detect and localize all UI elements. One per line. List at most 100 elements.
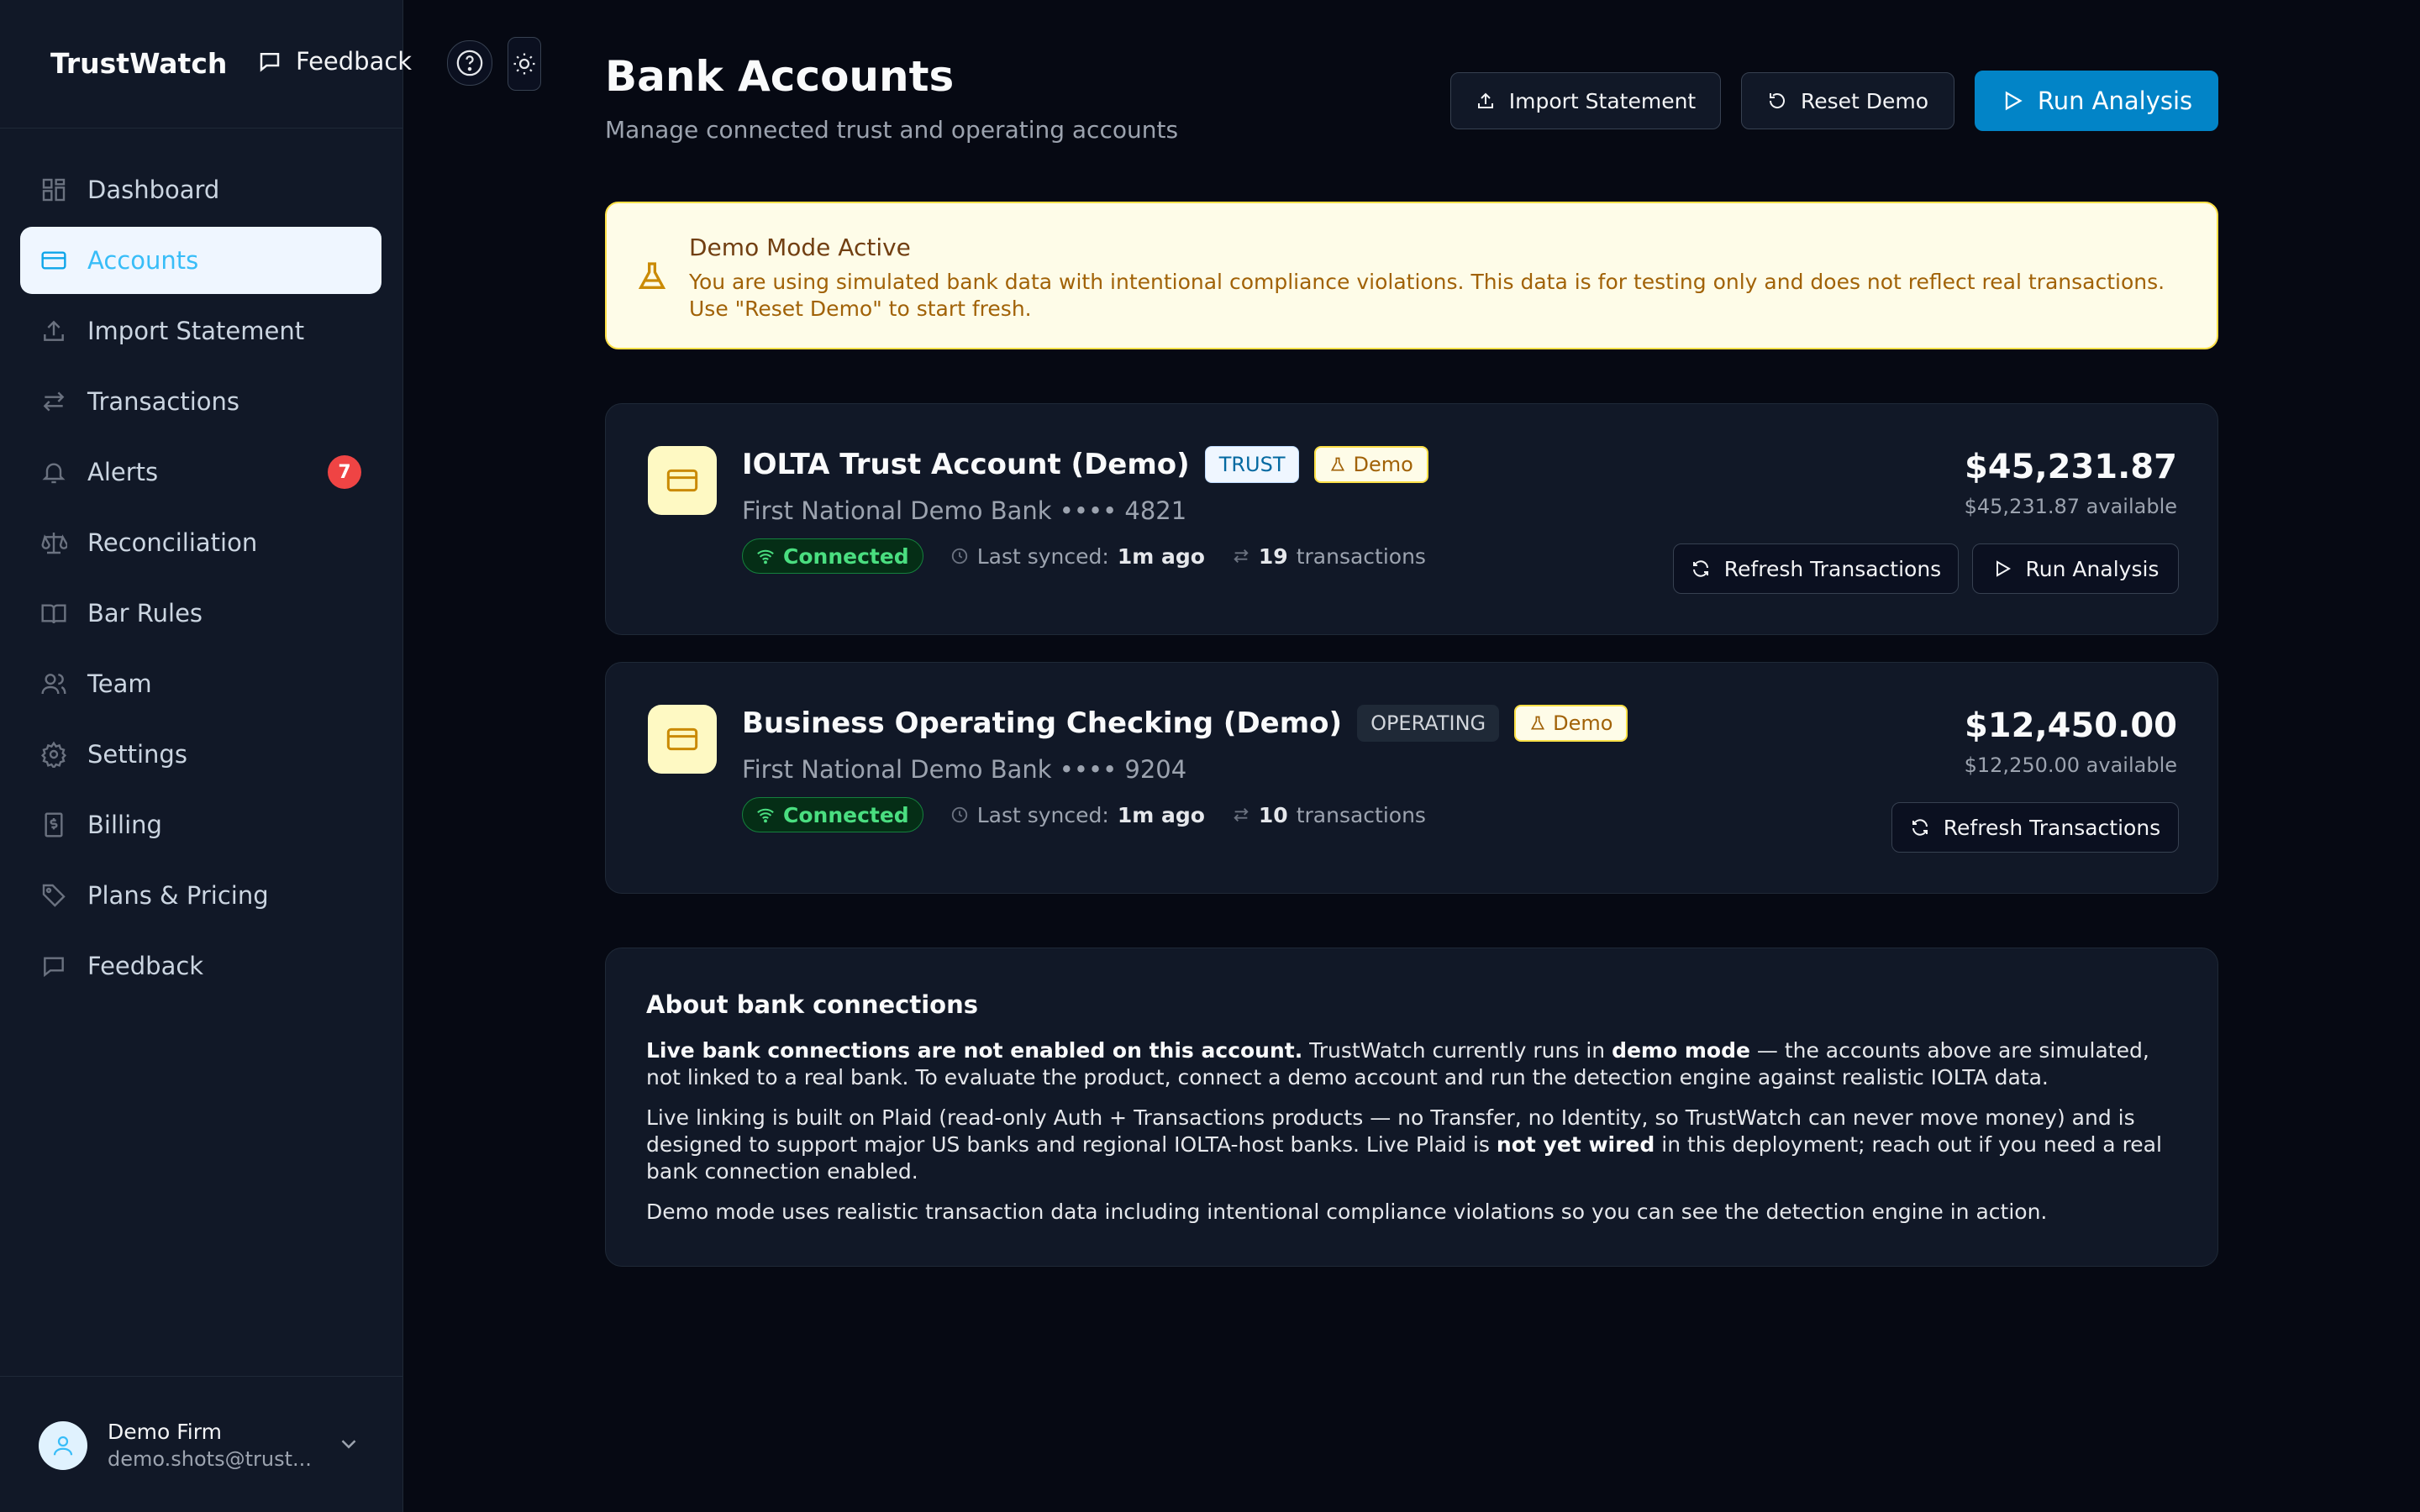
connected-label: Connected: [783, 802, 909, 827]
page-title: Bank Accounts: [605, 52, 955, 101]
transaction-count-value: 19: [1258, 543, 1288, 569]
topbar-feedback-button[interactable]: Feedback: [257, 47, 412, 76]
run-analysis-button[interactable]: Run Analysis: [1975, 71, 2218, 131]
refresh-icon: [1692, 560, 1708, 577]
reset-demo-button[interactable]: Reset Demo: [1741, 72, 1954, 129]
last-synced: Last synced: 1m ago: [950, 803, 1205, 827]
demo-badge: Demo: [1514, 705, 1628, 742]
demo-banner-text: You are using simulated bank data with i…: [689, 270, 2165, 321]
user-icon: [53, 1436, 73, 1455]
credit-card-icon: [41, 251, 66, 270]
about-bank-connections: About bank connections Live bank connect…: [605, 948, 2218, 1267]
account-bank: First National Demo Bank •••• 4821: [742, 496, 1187, 525]
account-meta: Connected Last synced: 1m ago 10 transac…: [742, 797, 1426, 832]
help-button[interactable]: [447, 40, 492, 86]
brand-logo[interactable]: TrustWatch: [50, 47, 227, 80]
user-menu[interactable]: Demo Firm demo.shots@trust...: [39, 1420, 312, 1471]
transaction-count: 10 transactions: [1232, 803, 1426, 827]
about-title: About bank connections: [646, 990, 978, 1019]
connected-status-badge: Connected: [742, 538, 923, 574]
divider: [0, 1376, 403, 1377]
sidebar-item-plans-pricing[interactable]: Plans & Pricing: [20, 862, 381, 929]
sidebar-item-accounts[interactable]: Accounts: [20, 227, 381, 294]
connected-label: Connected: [783, 543, 909, 569]
account-title-row: IOLTA Trust Account (Demo) TRUST Demo: [742, 446, 1428, 483]
account-card: IOLTA Trust Account (Demo) TRUST Demo Fi…: [605, 403, 2218, 635]
sidebar-item-label: Alerts: [87, 458, 159, 486]
account-icon: [648, 705, 717, 774]
sidebar-item-label: Transactions: [87, 387, 240, 416]
account-available: $12,250.00 available: [1964, 753, 2177, 777]
run-analysis-card-button[interactable]: Run Analysis: [1972, 543, 2179, 594]
page-subtitle: Manage connected trust and operating acc…: [605, 116, 1179, 144]
run-analysis-card-label: Run Analysis: [2025, 556, 2160, 581]
scale-icon: [41, 533, 67, 554]
run-analysis-label: Run Analysis: [2037, 87, 2193, 115]
wifi-icon: [757, 549, 774, 564]
sun-icon: [513, 53, 535, 75]
tag-icon: [42, 884, 66, 907]
credit-card-icon: [666, 727, 698, 751]
account-bank: First National Demo Bank •••• 9204: [742, 755, 1187, 784]
alerts-count-badge: 7: [328, 455, 361, 489]
connected-status-badge: Connected: [742, 797, 923, 832]
import-statement-label: Import Statement: [1508, 88, 1697, 113]
account-type-badge: OPERATING: [1357, 705, 1500, 742]
about-text: TrustWatch currently runs in: [1302, 1038, 1612, 1063]
avatar: [39, 1420, 87, 1470]
sidebar-item-label: Bar Rules: [87, 599, 203, 627]
sidebar-item-billing[interactable]: Billing: [20, 791, 381, 858]
clock-icon: [951, 548, 967, 564]
refresh-transactions-label: Refresh Transactions: [1723, 556, 1942, 581]
sidebar-item-settings[interactable]: Settings: [20, 721, 381, 788]
sidebar-item-label: Accounts: [87, 246, 199, 275]
sidebar-item-import-statement[interactable]: Import Statement: [20, 297, 381, 365]
sidebar-item-dashboard[interactable]: Dashboard: [20, 156, 381, 223]
credit-card-icon: [666, 469, 698, 492]
account-balance: $45,231.87: [1964, 448, 2177, 486]
account-available: $45,231.87 available: [1964, 495, 2177, 518]
demo-badge-label: Demo: [1553, 711, 1613, 735]
user-name: Demo Firm: [108, 1420, 222, 1444]
demo-banner-title: Demo Mode Active: [689, 234, 911, 261]
about-paragraph: Live linking is built on Plaid (read-onl…: [646, 1105, 2177, 1185]
last-synced: Last synced: 1m ago: [950, 544, 1205, 569]
message-icon: [260, 53, 280, 72]
flask-icon: [1531, 716, 1545, 730]
play-icon: [2005, 91, 2023, 111]
theme-toggle-button[interactable]: [508, 37, 541, 91]
sidebar-item-feedback[interactable]: Feedback: [20, 932, 381, 1000]
refresh-transactions-label: Refresh Transactions: [1943, 815, 2161, 840]
about-bold: demo mode: [1612, 1038, 1750, 1063]
sidebar-item-reconciliation[interactable]: Reconciliation: [20, 509, 381, 576]
arrows-icon: [1234, 549, 1249, 563]
refresh-transactions-button[interactable]: Refresh Transactions: [1891, 802, 2179, 853]
sidebar-item-label: Dashboard: [87, 176, 220, 204]
gear-icon: [40, 741, 67, 768]
account-meta: Connected Last synced: 1m ago 19 transac…: [742, 538, 1426, 574]
last-synced-value: 1m ago: [1117, 802, 1205, 827]
sidebar-item-team[interactable]: Team: [20, 650, 381, 717]
book-icon: [41, 604, 66, 624]
refresh-icon: [1912, 819, 1928, 836]
last-synced-value: 1m ago: [1117, 543, 1205, 569]
import-statement-button[interactable]: Import Statement: [1450, 72, 1721, 129]
demo-mode-banner: Demo Mode Active You are using simulated…: [605, 202, 2218, 349]
demo-badge: Demo: [1314, 446, 1428, 483]
about-paragraph: Demo mode uses realistic transaction dat…: [646, 1200, 2048, 1224]
reset-demo-label: Reset Demo: [1800, 88, 1929, 113]
receipt-icon: [45, 812, 63, 837]
sidebar-item-label: Settings: [87, 740, 187, 769]
sidebar-item-transactions[interactable]: Transactions: [20, 368, 381, 435]
account-icon: [648, 446, 717, 515]
account-title-row: Business Operating Checking (Demo) OPERA…: [742, 705, 1628, 742]
refresh-transactions-button[interactable]: Refresh Transactions: [1673, 543, 1959, 594]
account-name: IOLTA Trust Account (Demo): [742, 448, 1190, 481]
user-email: demo.shots@trust...: [108, 1447, 312, 1471]
last-synced-label: Last synced:: [976, 543, 1109, 569]
sidebar-item-alerts[interactable]: Alerts 7: [20, 438, 381, 506]
account-card: Business Operating Checking (Demo) OPERA…: [605, 662, 2218, 894]
sidebar-item-bar-rules[interactable]: Bar Rules: [20, 580, 381, 647]
chevron-down-icon[interactable]: [336, 1431, 361, 1457]
arrows-icon: [43, 391, 65, 412]
